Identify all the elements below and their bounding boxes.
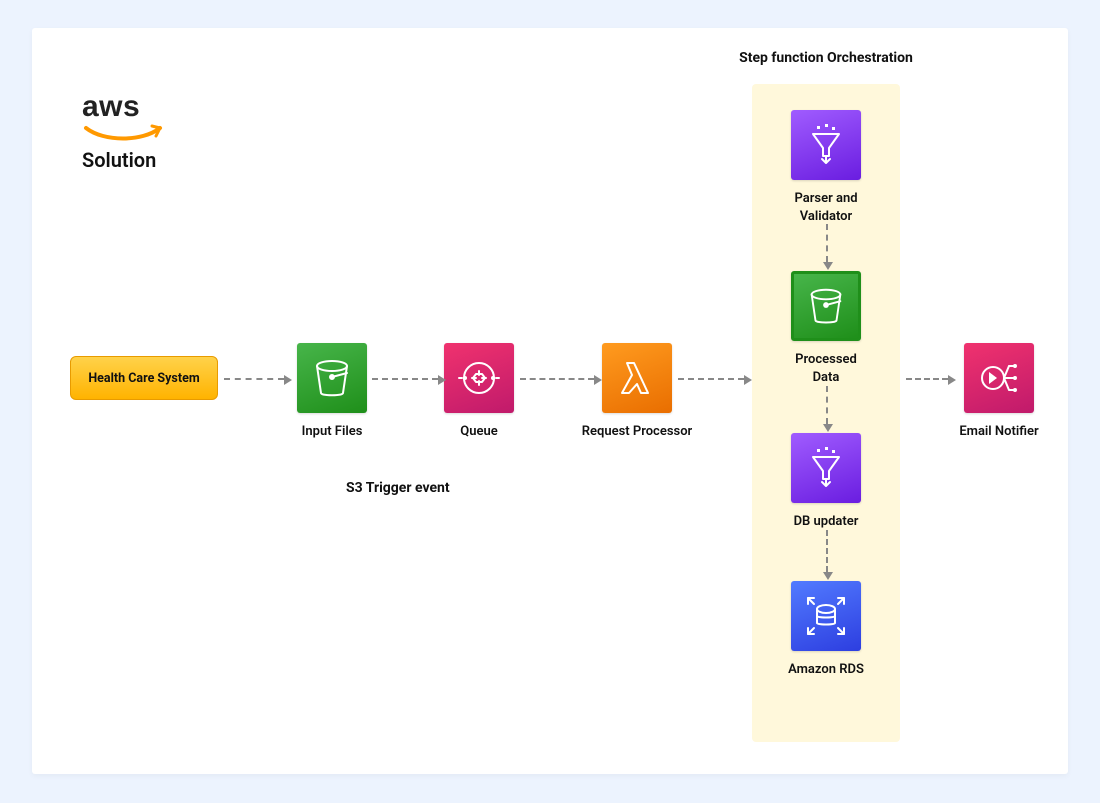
diagram-canvas: aws Solution Step function Orchestration… [32,28,1068,774]
processed-data-node: Processed Data [772,271,880,386]
amazon-rds-label: Amazon RDS [772,661,880,679]
arrow-parser-to-processed [826,224,828,262]
queue-icon [444,343,514,413]
parser-validator-node: Parser and Validator [772,110,880,225]
input-files-node: Input Files [287,343,377,441]
db-updater-label: DB updater [772,513,880,531]
db-updater-node: DB updater [772,433,880,531]
orchestration-title: Step function Orchestration [722,50,930,66]
lambda-icon [602,343,672,413]
request-processor-label: Request Processor [572,423,702,441]
request-processor-node: Request Processor [572,343,702,441]
parser-validator-label: Parser and Validator [772,190,880,225]
processed-data-label: Processed Data [772,351,880,386]
aws-smile-icon [82,124,168,146]
queue-node: Queue [434,343,524,441]
s3-trigger-label: S3 Trigger event [346,480,450,496]
s3-bucket-icon [297,343,367,413]
email-notifier-label: Email Notifier [944,423,1054,441]
input-files-label: Input Files [287,423,377,441]
arrow-processor-to-orch [678,378,744,380]
arrow-queue-to-processor [520,378,594,380]
email-notifier-icon [964,343,1034,413]
aws-logo: aws Solution [82,90,168,172]
arrow-updater-to-rds [826,530,828,572]
health-care-system-pill: Health Care System [70,356,218,400]
health-care-system-label: Health Care System [88,371,199,386]
rds-icon [791,581,861,651]
arrow-input-to-queue [372,378,438,380]
s3-bucket-processed-icon [791,271,861,341]
arrow-hcs-to-input [224,378,284,380]
arrow-orch-to-notifier [906,378,948,380]
aws-solution-label: Solution [82,148,168,172]
arrow-processed-to-updater [826,386,828,424]
aws-wordmark: aws [82,90,168,124]
queue-label: Queue [434,423,524,441]
email-notifier-node: Email Notifier [944,343,1054,441]
glue-funnel-icon [791,110,861,180]
health-care-system-node: Health Care System [70,356,218,400]
amazon-rds-node: Amazon RDS [772,581,880,679]
glue-funnel-db-icon [791,433,861,503]
